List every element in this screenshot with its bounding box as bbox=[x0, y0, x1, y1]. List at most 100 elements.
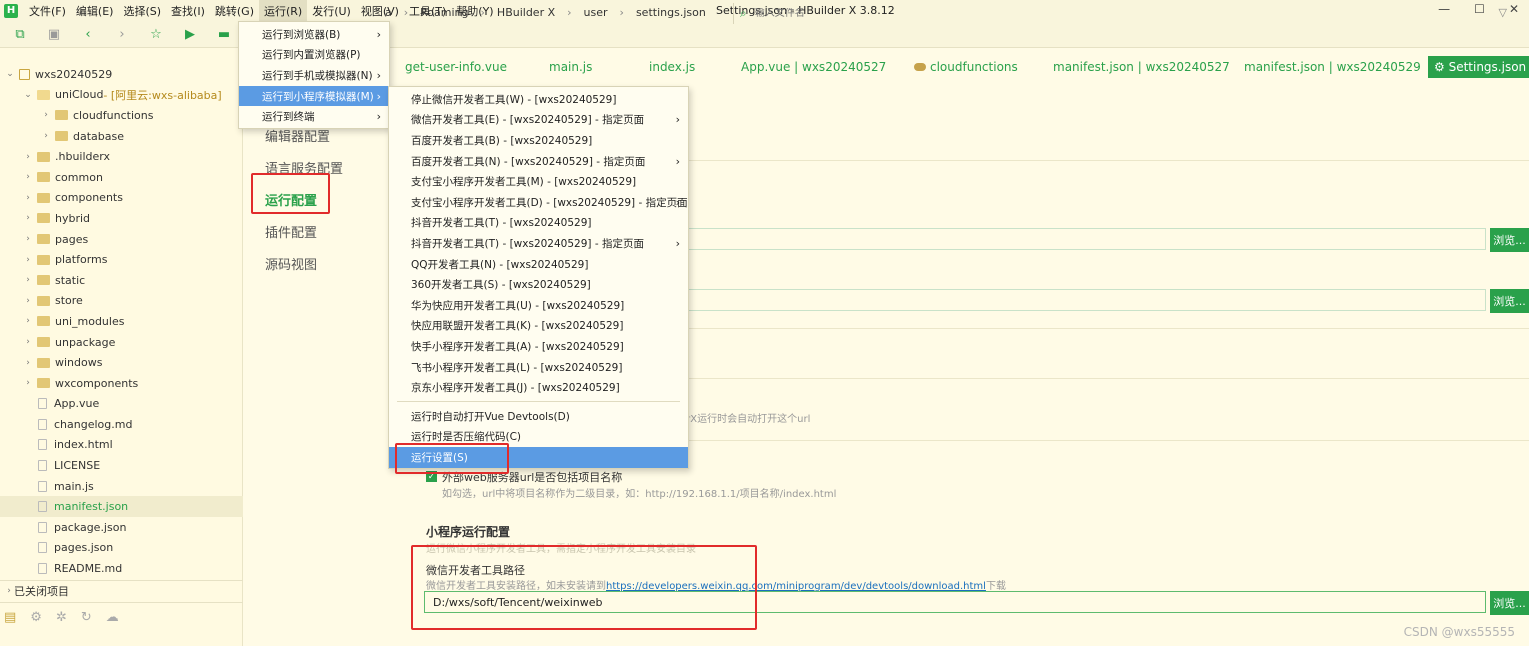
miniprogram-menu-item[interactable]: 停止微信开发者工具(W) - [wxs20240529] bbox=[389, 89, 688, 110]
chevron-right-icon: › bbox=[44, 131, 48, 142]
chevron-right-icon: › bbox=[376, 27, 381, 41]
tree-item[interactable]: › components bbox=[0, 188, 243, 209]
tree-item[interactable]: › static bbox=[0, 270, 243, 291]
breadcrumb-item[interactable]: HBuilder X bbox=[497, 6, 555, 19]
menu-3[interactable]: 查找(I) bbox=[166, 0, 210, 22]
breadcrumb-item[interactable]: Roaming bbox=[420, 6, 468, 19]
tree-item[interactable]: › store bbox=[0, 291, 243, 312]
breadcrumb-item[interactable]: a bbox=[385, 6, 392, 19]
miniprogram-menu-item[interactable]: 百度开发者工具(B) - [wxs20240529] bbox=[389, 130, 688, 151]
tree-item-label: main.js bbox=[54, 479, 94, 493]
miniprogram-menu-item[interactable]: 京东小程序开发者工具(J) - [wxs20240529] bbox=[389, 377, 688, 398]
miniprogram-menu-item[interactable]: 微信开发者工具(E) - [wxs20240529] - 指定页面 › bbox=[389, 110, 688, 131]
tree-item[interactable]: package.json bbox=[0, 517, 243, 538]
tree-item[interactable]: › platforms bbox=[0, 249, 243, 270]
breadcrumb-separator-icon: › bbox=[567, 6, 572, 19]
menu-5[interactable]: 运行(R) bbox=[258, 0, 308, 22]
tab-app-vue[interactable]: App.vue | wxs20240527 bbox=[741, 60, 886, 74]
tree-item[interactable]: LICENSE bbox=[0, 455, 243, 476]
tree-item[interactable]: README.md bbox=[0, 558, 243, 579]
miniprogram-menu-item[interactable]: 抖音开发者工具(T) - [wxs20240529] bbox=[389, 213, 688, 234]
filter-icon[interactable]: ▽ bbox=[1499, 6, 1507, 19]
miniprogram-menu-item[interactable]: 飞书小程序开发者工具(L) - [wxs20240529] bbox=[389, 357, 688, 378]
miniprogram-menu-item[interactable]: 快应用联盟开发者工具(K) - [wxs20240529] bbox=[389, 316, 688, 337]
run-menu-item[interactable]: 运行到终端 › bbox=[239, 106, 389, 127]
tree-item[interactable]: › wxcomponents bbox=[0, 373, 243, 394]
nav-source-view[interactable]: 源码视图 bbox=[265, 254, 317, 273]
run-menu-item[interactable]: 运行到小程序模拟器(M) › bbox=[239, 85, 389, 107]
new-file-icon[interactable]: ⧉ bbox=[12, 26, 28, 42]
project-manager-icon[interactable]: ▤ bbox=[4, 610, 16, 625]
tab-index-js[interactable]: index.js bbox=[649, 60, 695, 74]
tree-item[interactable]: App.vue bbox=[0, 394, 243, 415]
miniprogram-menu-item[interactable]: 运行时自动打开Vue Devtools(D) bbox=[389, 406, 688, 427]
debug-icon[interactable]: ✲ bbox=[56, 610, 67, 625]
plugin-icon[interactable]: ⚙ bbox=[30, 610, 42, 625]
save-icon[interactable]: ▣ bbox=[46, 26, 62, 42]
closed-projects-row[interactable]: › 已关闭项目 bbox=[0, 580, 243, 600]
tab-main-js[interactable]: main.js bbox=[549, 60, 592, 74]
menu-0[interactable]: 文件(F) bbox=[24, 0, 71, 22]
run-menu-dropdown: 运行到浏览器(B) › 运行到内置浏览器(P) 运行到手机或模拟器(N) › 运行到小程序… bbox=[238, 21, 390, 129]
folder-icon bbox=[37, 254, 50, 265]
tree-item-label: store bbox=[55, 294, 83, 308]
favorite-icon[interactable]: ☆ bbox=[148, 26, 164, 42]
cloud-icon[interactable]: ☁ bbox=[106, 610, 119, 625]
tree-item[interactable]: › pages bbox=[0, 229, 243, 250]
tree-item[interactable]: › windows bbox=[0, 352, 243, 373]
tab-get-user-info[interactable]: get-user-info.vue bbox=[405, 60, 507, 74]
tree-item[interactable]: index.html bbox=[0, 435, 243, 456]
miniprogram-menu-item[interactable]: QQ开发者工具(N) - [wxs20240529] bbox=[389, 254, 688, 275]
mp-section-title: 小程序运行配置 bbox=[426, 525, 511, 539]
miniprogram-menu-item[interactable]: 支付宝小程序开发者工具(D) - [wxs20240529] - 指定页面 › bbox=[389, 192, 688, 213]
tree-item-label: database bbox=[73, 129, 124, 143]
breadcrumb-item[interactable]: user bbox=[584, 6, 608, 19]
miniprogram-menu-item[interactable]: 抖音开发者工具(T) - [wxs20240529] - 指定页面 › bbox=[389, 233, 688, 254]
run-menu-item[interactable]: 运行到手机或模拟器(N) › bbox=[239, 65, 389, 86]
miniprogram-menu-item[interactable]: 百度开发者工具(N) - [wxs20240529] - 指定页面 › bbox=[389, 151, 688, 172]
browse-button[interactable]: 浏览... bbox=[1490, 289, 1529, 313]
tree-item[interactable]: › hybrid bbox=[0, 208, 243, 229]
tree-item[interactable]: › common bbox=[0, 167, 243, 188]
browse-button[interactable]: 浏览... bbox=[1490, 228, 1529, 252]
tree-item[interactable]: › .hbuilderx bbox=[0, 146, 243, 167]
run-menu-item[interactable]: 运行到内置浏览器(P) bbox=[239, 45, 389, 66]
tree-item[interactable]: ⌄ uniCloud - [阿里云:wxs-alibaba] bbox=[0, 85, 243, 106]
chevron-right-icon: › bbox=[26, 275, 30, 286]
chevron-right-icon: › bbox=[376, 110, 381, 124]
folder-icon bbox=[37, 378, 50, 389]
tab-settings-json[interactable]: ⚙ Settings.json bbox=[1428, 56, 1529, 78]
tree-item[interactable]: main.js bbox=[0, 476, 243, 497]
forward-icon[interactable]: › bbox=[114, 26, 130, 42]
menu-4[interactable]: 跳转(G) bbox=[210, 0, 259, 22]
tree-item[interactable]: ⌄ wxs20240529 bbox=[0, 64, 243, 85]
run-icon[interactable]: ▶ bbox=[182, 26, 198, 42]
tree-item[interactable]: › database bbox=[0, 126, 243, 147]
miniprogram-menu-item[interactable]: 华为快应用开发者工具(U) - [wxs20240529] bbox=[389, 295, 688, 316]
miniprogram-menu-item[interactable]: 快手小程序开发者工具(A) - [wxs20240529] bbox=[389, 336, 688, 357]
breadcrumb-item[interactable]: settings.json bbox=[636, 6, 706, 19]
annotation-box bbox=[251, 173, 330, 214]
menu-2[interactable]: 选择(S) bbox=[118, 0, 166, 22]
source-control-icon[interactable]: ↻ bbox=[81, 610, 92, 625]
file-search-input[interactable] bbox=[754, 8, 1255, 19]
miniprogram-menu-item[interactable]: 360开发者工具(S) - [wxs20240529] bbox=[389, 274, 688, 295]
miniprogram-menu-item[interactable]: 支付宝小程序开发者工具(M) - [wxs20240529] bbox=[389, 171, 688, 192]
back-icon[interactable]: ‹ bbox=[80, 26, 96, 42]
tab-manifest-0529[interactable]: manifest.json | wxs20240529 bbox=[1244, 60, 1421, 74]
menu-1[interactable]: 编辑(E) bbox=[71, 0, 119, 22]
browse-button[interactable]: 浏览... bbox=[1490, 591, 1529, 615]
menu-item-label: 百度开发者工具(B) - [wxs20240529] bbox=[411, 134, 593, 147]
tree-item[interactable]: › uni_modules bbox=[0, 311, 243, 332]
tree-item[interactable]: changelog.md bbox=[0, 414, 243, 435]
folder-icon[interactable]: ▬ bbox=[216, 26, 232, 42]
nav-plugin-config[interactable]: 插件配置 bbox=[265, 222, 317, 241]
tree-item[interactable]: › cloudfunctions bbox=[0, 105, 243, 126]
tree-item[interactable]: › unpackage bbox=[0, 332, 243, 353]
run-menu-item[interactable]: 运行到浏览器(B) › bbox=[239, 24, 389, 45]
menu-6[interactable]: 发行(U) bbox=[307, 0, 356, 22]
tab-manifest-0527[interactable]: manifest.json | wxs20240527 bbox=[1053, 60, 1230, 74]
tab-cloudfunctions[interactable]: cloudfunctions bbox=[914, 60, 1018, 74]
tree-item[interactable]: manifest.json bbox=[0, 496, 243, 518]
tree-item[interactable]: pages.json bbox=[0, 538, 243, 559]
